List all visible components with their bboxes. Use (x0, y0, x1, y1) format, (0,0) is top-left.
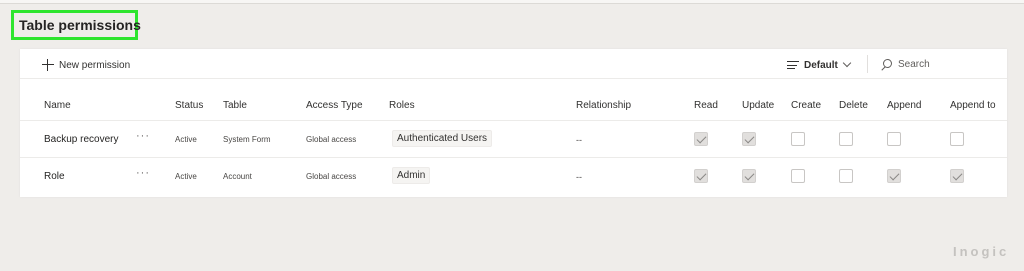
view-list-icon (787, 61, 799, 69)
create-checkbox[interactable] (791, 169, 805, 183)
grid-header-row: Name Status Table Access Type Roles Rela… (20, 79, 1007, 121)
read-checkbox[interactable] (694, 169, 708, 183)
chevron-down-icon (842, 58, 852, 68)
row-relationship: -- (576, 135, 582, 145)
table-row[interactable]: Role ··· Active Account Global access Ad… (20, 158, 1007, 195)
column-header-append-to[interactable]: Append to (950, 100, 996, 111)
row-table: Account (223, 172, 252, 181)
window-top-edge (0, 0, 1024, 4)
create-checkbox[interactable] (791, 132, 805, 146)
delete-checkbox[interactable] (839, 169, 853, 183)
toolbar-divider (867, 55, 868, 73)
new-permission-label: New permission (59, 59, 131, 71)
append-checkbox[interactable] (887, 132, 901, 146)
column-header-update[interactable]: Update (742, 100, 774, 111)
new-permission-button[interactable]: New permission (42, 57, 130, 73)
update-checkbox[interactable] (742, 132, 756, 146)
append-to-checkbox[interactable] (950, 169, 964, 183)
plus-icon (42, 59, 54, 71)
row-table: System Form (223, 135, 271, 144)
column-header-read[interactable]: Read (694, 100, 718, 111)
delete-checkbox[interactable] (839, 132, 853, 146)
column-header-roles[interactable]: Roles (389, 100, 415, 111)
row-access-type: Global access (306, 135, 357, 144)
column-header-name[interactable]: Name (44, 100, 71, 111)
append-checkbox[interactable] (887, 169, 901, 183)
row-access-type: Global access (306, 172, 357, 181)
search-box[interactable] (880, 56, 1000, 73)
page-title: Table permissions (11, 10, 141, 40)
grid-toolbar: New permission Default (20, 49, 1007, 79)
row-name[interactable]: Role (44, 171, 65, 182)
column-header-relationship[interactable]: Relationship (576, 100, 631, 111)
search-input[interactable] (898, 59, 988, 70)
column-header-access-type[interactable]: Access Type (306, 100, 363, 111)
column-header-status[interactable]: Status (175, 100, 203, 111)
column-header-create[interactable]: Create (791, 100, 821, 111)
row-status: Active (175, 172, 197, 181)
append-to-checkbox[interactable] (950, 132, 964, 146)
inogic-watermark-logo: Inogic (953, 244, 1010, 259)
table-row[interactable]: Backup recovery ··· Active System Form G… (20, 121, 1007, 158)
read-checkbox[interactable] (694, 132, 708, 146)
row-role-tag: Admin (392, 167, 431, 184)
row-name[interactable]: Backup recovery (44, 134, 118, 145)
row-more-options-icon[interactable]: ··· (136, 167, 150, 179)
row-role-tag: Authenticated Users (392, 130, 493, 147)
column-header-append[interactable]: Append (887, 100, 921, 111)
column-header-delete[interactable]: Delete (839, 100, 868, 111)
row-relationship: -- (576, 172, 582, 182)
row-status: Active (175, 135, 197, 144)
permissions-grid: New permission Default Name Status Table… (20, 49, 1007, 197)
search-icon (880, 58, 892, 71)
row-more-options-icon[interactable]: ··· (136, 130, 150, 142)
column-header-table[interactable]: Table (223, 100, 247, 111)
view-selector-button[interactable]: Default (787, 57, 852, 73)
view-selector-label: Default (804, 59, 838, 71)
update-checkbox[interactable] (742, 169, 756, 183)
